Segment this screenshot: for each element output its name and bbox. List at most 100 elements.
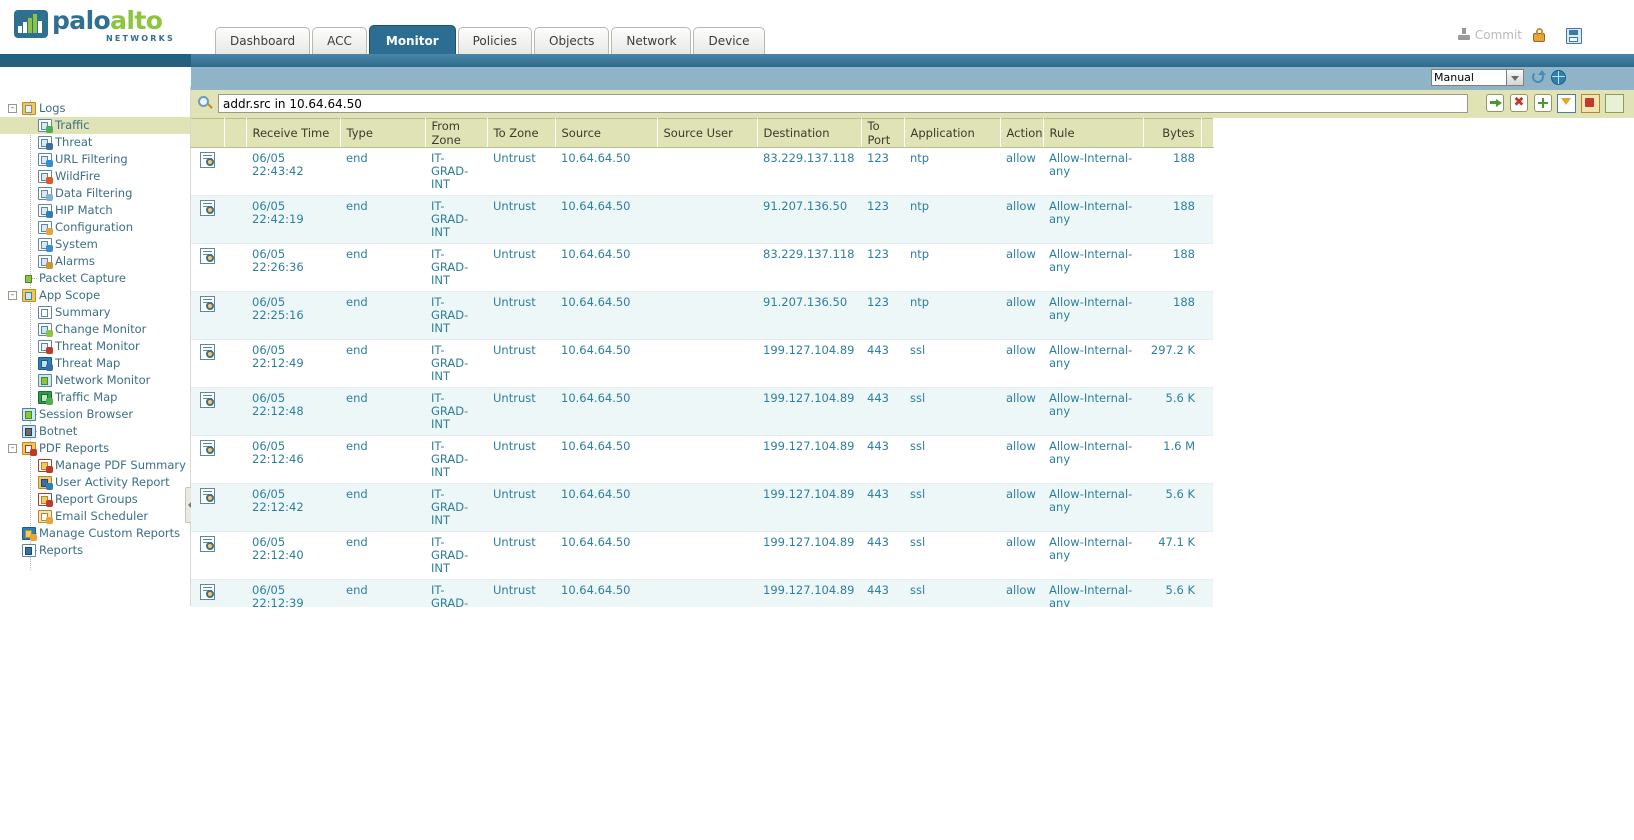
sidebar-item-threat[interactable]: Threat bbox=[0, 134, 190, 151]
log-detail-icon[interactable] bbox=[200, 536, 215, 552]
column-header-source-user[interactable]: Source User bbox=[657, 118, 758, 148]
tree-toggle-icon[interactable]: - bbox=[8, 444, 17, 453]
row-detail-cell[interactable] bbox=[191, 531, 224, 580]
log-detail-icon[interactable] bbox=[200, 440, 215, 456]
search-icon[interactable] bbox=[198, 96, 213, 111]
lock-icon[interactable] bbox=[1532, 28, 1546, 42]
column-header-blank-0[interactable] bbox=[191, 118, 225, 148]
sidebar-item-manage-custom-reports[interactable]: Manage Custom Reports bbox=[0, 525, 190, 542]
sidebar-item-configuration[interactable]: Configuration bbox=[0, 219, 190, 236]
log-detail-icon[interactable] bbox=[200, 152, 215, 168]
column-header-blank-14[interactable] bbox=[1201, 118, 1214, 148]
log-detail-icon[interactable] bbox=[200, 200, 215, 216]
sidebar-item-session-browser[interactable]: Session Browser bbox=[0, 406, 190, 423]
sidebar-item-pdf-reports[interactable]: - PDF Reports bbox=[0, 440, 190, 457]
sidebar-item-report-groups[interactable]: Report Groups bbox=[0, 491, 190, 508]
add-filter-button[interactable] bbox=[1534, 94, 1552, 112]
row-detail-cell[interactable] bbox=[191, 291, 224, 340]
sidebar-item-change-monitor[interactable]: Change Monitor bbox=[0, 321, 190, 338]
row-detail-cell[interactable] bbox=[191, 147, 224, 196]
tab-policies[interactable]: Policies bbox=[457, 27, 533, 55]
sidebar-item-manage-pdf-summary[interactable]: Manage PDF Summary bbox=[0, 457, 190, 474]
clear-filter-button[interactable]: ✖ bbox=[1510, 94, 1528, 112]
column-header-bytes[interactable]: Bytes bbox=[1143, 118, 1202, 148]
column-header-destination[interactable]: Destination bbox=[757, 118, 862, 148]
table-row[interactable]: 06/05 22:25:16 end IT-GRAD-INT Untrust 10.64… bbox=[191, 291, 1213, 340]
table-row[interactable]: 06/05 22:12:39endIT-GRAD-INTUntrust10.64… bbox=[191, 579, 1213, 607]
table-row[interactable]: 06/05 22:26:36 end IT-GRAD-INT Untrust 10.64… bbox=[191, 243, 1213, 292]
sidebar-item-threat-monitor[interactable]: Threat Monitor bbox=[0, 338, 190, 355]
sidebar-item-wildfire[interactable]: WildFire bbox=[0, 168, 190, 185]
cell-source-user bbox=[657, 387, 757, 436]
chevron-down-icon[interactable] bbox=[1507, 69, 1524, 86]
sidebar-item-reports[interactable]: Reports bbox=[0, 542, 190, 559]
column-header-blank-1[interactable] bbox=[224, 118, 247, 148]
table-row[interactable]: 06/05 22:12:46 end IT-GRAD-INT Untrust 10.64… bbox=[191, 435, 1213, 484]
log-detail-icon[interactable] bbox=[200, 392, 215, 408]
filter-builder-icon[interactable] bbox=[1557, 94, 1576, 113]
row-detail-cell[interactable] bbox=[191, 387, 224, 436]
column-header-from-zone[interactable]: From Zone bbox=[425, 118, 488, 148]
column-header-rule[interactable]: Rule bbox=[1043, 118, 1144, 148]
tab-acc[interactable]: ACC bbox=[312, 27, 367, 55]
sidebar-item-packet-capture[interactable]: Packet Capture bbox=[0, 270, 190, 287]
export-csv-icon[interactable] bbox=[1605, 94, 1624, 113]
sidebar-item-summary[interactable]: Summary bbox=[0, 304, 190, 321]
network-monitor-icon bbox=[38, 374, 52, 387]
tab-monitor[interactable]: Monitor bbox=[368, 25, 456, 56]
sidebar-item-network-monitor[interactable]: Network Monitor bbox=[0, 372, 190, 389]
table-row[interactable]: 06/05 22:12:40 end IT-GRAD-INT Untrust 10.64… bbox=[191, 531, 1213, 580]
column-header-action[interactable]: Action bbox=[1000, 118, 1044, 148]
sidebar-item-user-activity-report[interactable]: User Activity Report bbox=[0, 474, 190, 491]
sidebar-item-alarms[interactable]: Alarms bbox=[0, 253, 190, 270]
table-row[interactable]: 06/05 22:12:42 end IT-GRAD-INT Untrust 10.64… bbox=[191, 483, 1213, 532]
sidebar-item-botnet[interactable]: Botnet bbox=[0, 423, 190, 440]
log-detail-icon[interactable] bbox=[200, 296, 215, 312]
tab-network[interactable]: Network bbox=[611, 27, 692, 55]
row-detail-cell[interactable] bbox=[191, 243, 224, 292]
sidebar-item-traffic[interactable]: Traffic bbox=[0, 117, 190, 134]
sidebar-item-traffic-map[interactable]: Traffic Map bbox=[0, 389, 190, 406]
tab-dashboard[interactable]: Dashboard bbox=[215, 27, 311, 55]
tree-toggle-icon[interactable]: - bbox=[8, 291, 17, 300]
tab-objects[interactable]: Objects bbox=[534, 27, 610, 55]
sidebar-item-system[interactable]: System bbox=[0, 236, 190, 253]
sidebar-item-hip-match[interactable]: HIP Match bbox=[0, 202, 190, 219]
save-icon[interactable] bbox=[1566, 28, 1582, 44]
column-header-source[interactable]: Source bbox=[555, 118, 658, 148]
log-detail-icon[interactable] bbox=[200, 488, 215, 504]
sidebar-item-url-filtering[interactable]: URL Filtering bbox=[0, 151, 190, 168]
sidebar-item-data-filtering[interactable]: Data Filtering bbox=[0, 185, 190, 202]
column-header-to-zone[interactable]: To Zone bbox=[487, 118, 556, 148]
row-detail-cell[interactable] bbox=[191, 579, 224, 607]
table-row[interactable]: 06/05 22:12:49 end IT-GRAD-INT Untrust 10.64… bbox=[191, 339, 1213, 388]
row-detail-cell[interactable] bbox=[191, 483, 224, 532]
column-header-receive-time[interactable]: Receive Time bbox=[246, 118, 341, 148]
sidebar-item-threat-map[interactable]: Threat Map bbox=[0, 355, 190, 372]
column-header-to-port[interactable]: To Port bbox=[861, 118, 905, 148]
sidebar-item-email-scheduler[interactable]: Email Scheduler bbox=[0, 508, 190, 525]
table-row[interactable]: 06/05 22:12:48 end IT-GRAD-INT Untrust 10.64… bbox=[191, 387, 1213, 436]
refresh-mode-input[interactable] bbox=[1431, 69, 1507, 86]
globe-icon[interactable] bbox=[1551, 70, 1566, 85]
log-detail-icon[interactable] bbox=[200, 248, 215, 264]
refresh-mode-control[interactable] bbox=[1431, 69, 1525, 86]
sidebar-item-app-scope[interactable]: - App Scope bbox=[0, 287, 190, 304]
table-row[interactable]: 06/05 22:42:19 end IT-GRAD-INT Untrust 10.64… bbox=[191, 195, 1213, 244]
row-detail-cell[interactable] bbox=[191, 339, 224, 388]
commit-button[interactable]: Commit bbox=[1457, 28, 1522, 42]
table-row[interactable]: 06/05 22:43:42 end IT-GRAD-INT Untrust 10.64… bbox=[191, 147, 1213, 196]
tab-device[interactable]: Device bbox=[693, 27, 765, 55]
column-header-application[interactable]: Application bbox=[904, 118, 1001, 148]
log-detail-icon[interactable] bbox=[200, 584, 215, 600]
row-detail-cell[interactable] bbox=[191, 435, 224, 484]
refresh-icon[interactable] bbox=[1531, 70, 1546, 85]
apply-filter-button[interactable] bbox=[1486, 94, 1504, 112]
filter-query-input[interactable] bbox=[218, 94, 1468, 113]
sidebar-item-logs[interactable]: - Logs bbox=[0, 100, 190, 117]
column-header-type[interactable]: Type bbox=[340, 118, 426, 148]
log-detail-icon[interactable] bbox=[200, 344, 215, 360]
tree-toggle-icon[interactable]: - bbox=[8, 104, 17, 113]
export-pdf-icon[interactable] bbox=[1581, 94, 1600, 113]
row-detail-cell[interactable] bbox=[191, 195, 224, 244]
